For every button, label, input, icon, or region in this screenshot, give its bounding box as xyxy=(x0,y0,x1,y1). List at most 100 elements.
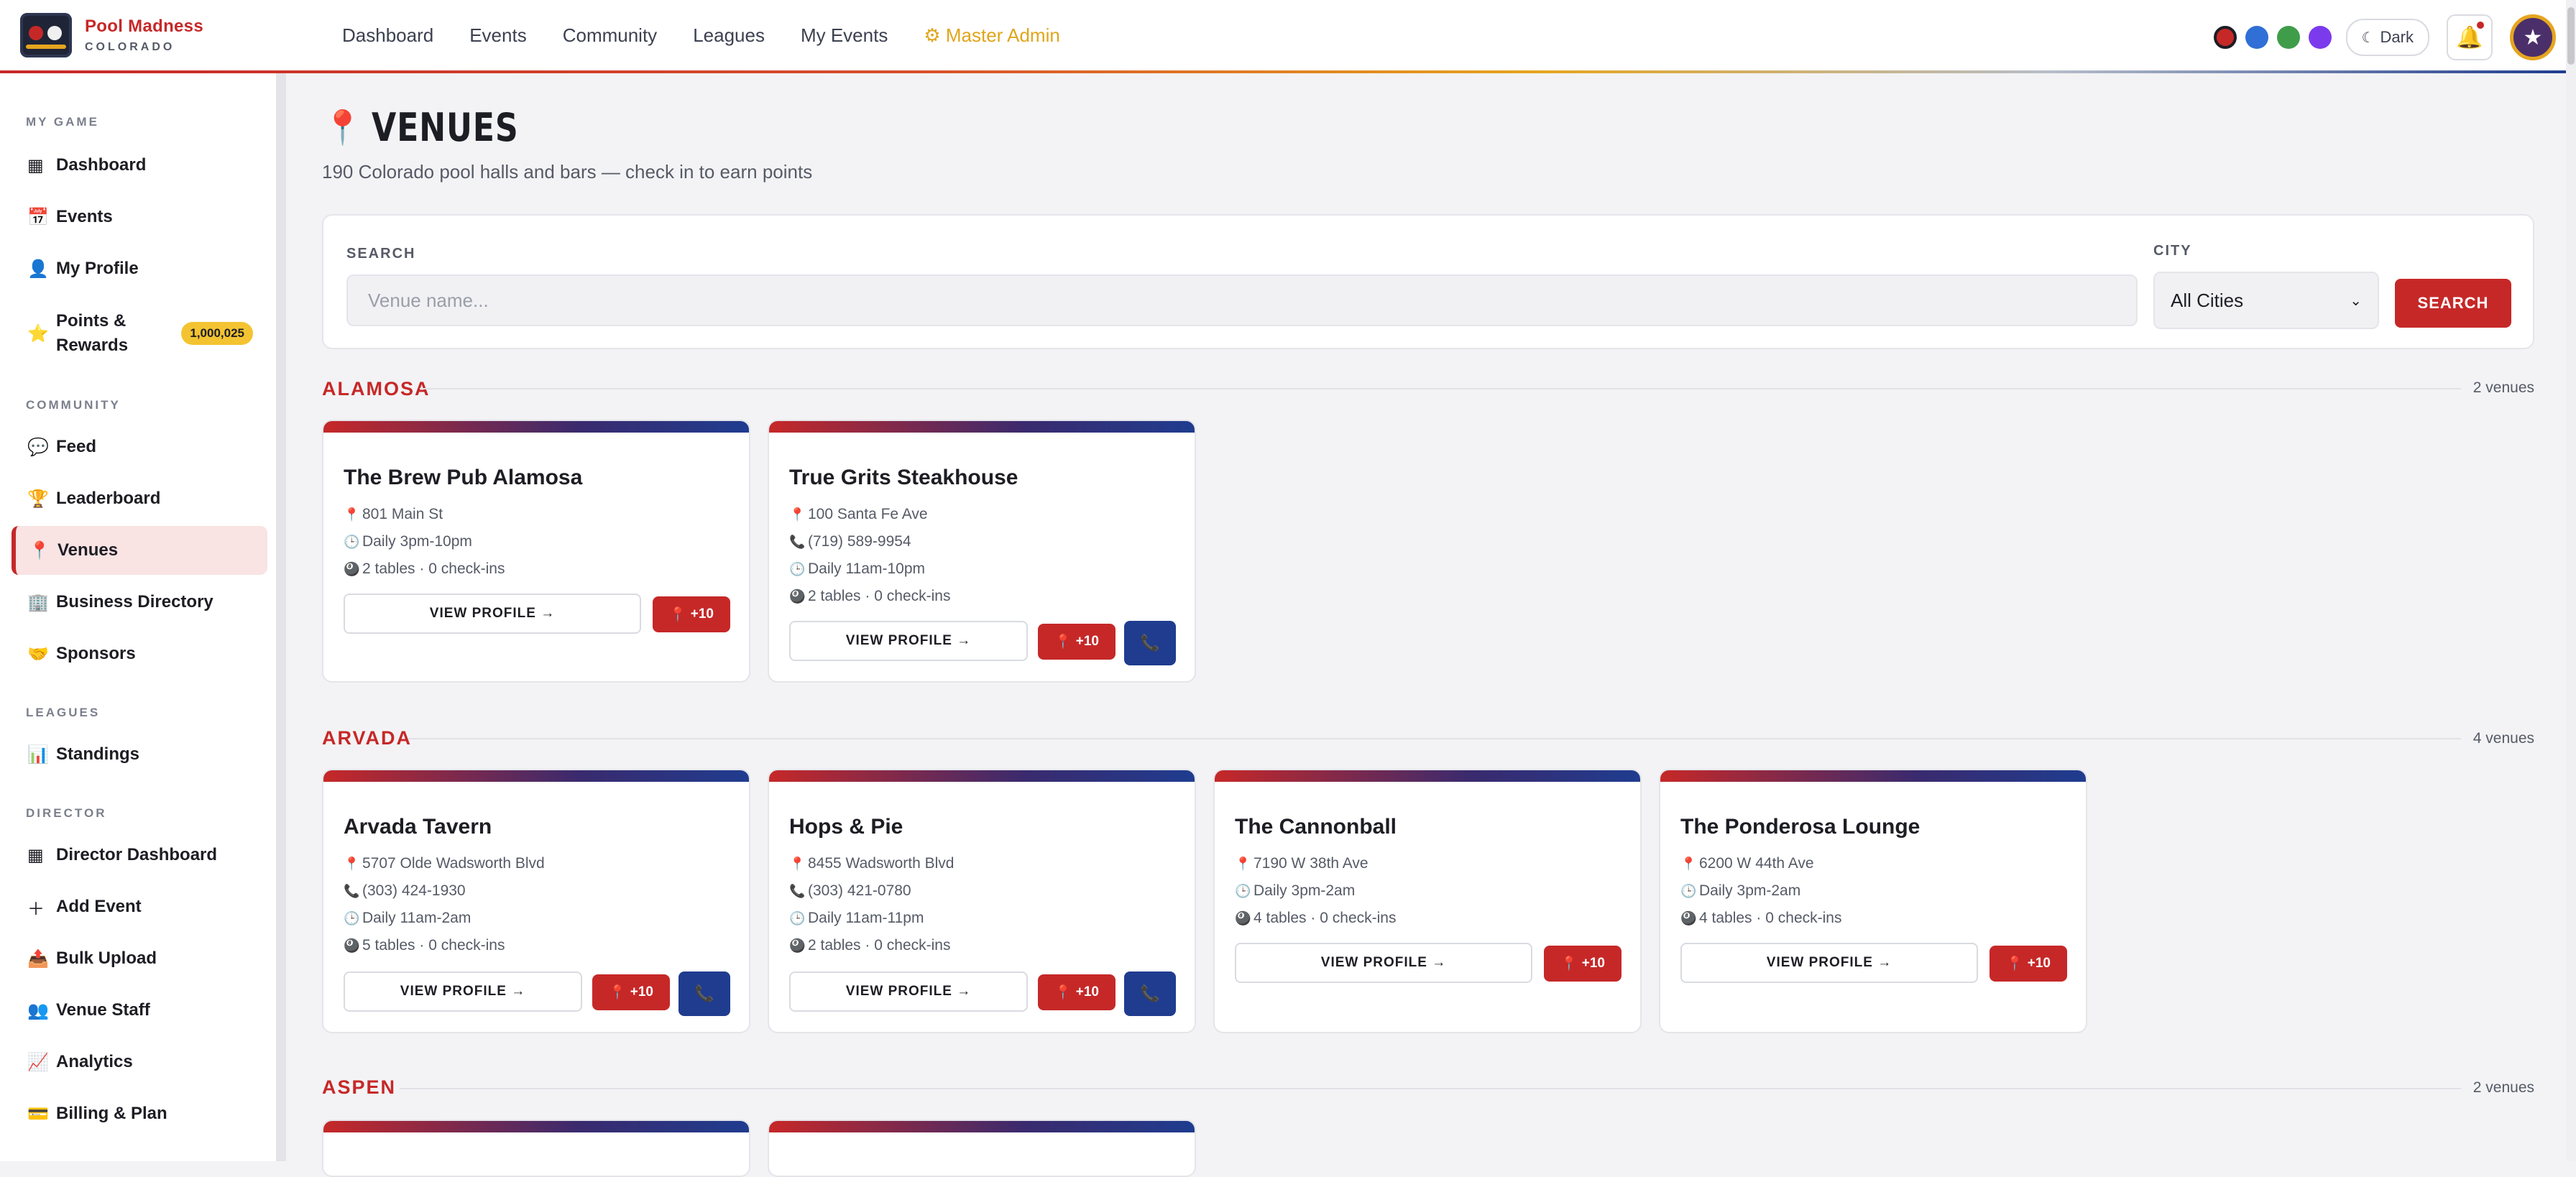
city-heading-alamosa: ALAMOSA xyxy=(322,378,431,400)
venue-stats: 🎱 2 tables · 0 check-ins xyxy=(789,937,951,954)
check-in-button[interactable]: 📍 +10 xyxy=(1990,946,2067,982)
city-venue-count: 2 venues xyxy=(2472,1079,2534,1096)
sidebar-item-add-event[interactable]: ＋ Add Event xyxy=(12,882,267,931)
clock-icon: 🕒 xyxy=(789,911,806,926)
venue-stats: 🎱 4 tables · 0 check-ins xyxy=(1235,910,1397,926)
sidebar-item-leaderboard[interactable]: 🏆 Leaderboard xyxy=(12,474,267,523)
page-scrollbar[interactable] xyxy=(2566,0,2576,1161)
venue-hours: 🕒 Daily 11am-2am xyxy=(344,910,472,926)
search-panel: SEARCH CITY All Cities ⌄ SEARCH xyxy=(322,214,2534,349)
theme-swatch-purple[interactable] xyxy=(2308,26,2332,49)
city-select[interactable]: All Cities ⌄ xyxy=(2153,272,2379,329)
sidebar-item-bulk-upload[interactable]: 📤 Bulk Upload xyxy=(12,934,267,983)
venue-phone: 📞 (719) 589-9954 xyxy=(789,533,911,550)
view-profile-button[interactable]: VIEW PROFILE → xyxy=(1235,943,1532,983)
clock-icon: 🕒 xyxy=(344,535,360,549)
clock-icon: 🕒 xyxy=(1235,884,1251,898)
notifications-button[interactable]: 🔔 xyxy=(2447,14,2493,60)
phone-icon: 📞 xyxy=(1140,984,1160,1002)
nav-community[interactable]: Community xyxy=(563,24,657,47)
city-venue-count: 2 venues xyxy=(2472,379,2534,396)
sidebar-item-billing-plan[interactable]: 💳 Billing & Plan xyxy=(12,1089,267,1138)
view-profile-button[interactable]: VIEW PROFILE → xyxy=(789,971,1028,1012)
sidebar-item-feed[interactable]: 💬 Feed xyxy=(12,423,267,471)
sidebar-item-analytics[interactable]: 📈 Analytics xyxy=(12,1038,267,1086)
page-title: 📍 VENUES xyxy=(322,105,551,150)
theme-swatch-blue[interactable] xyxy=(2245,26,2268,49)
brand[interactable]: Pool Madness COLORADO xyxy=(20,13,203,57)
sidebar: MY GAME ▦ Dashboard 📅 Events 👤 My Profil… xyxy=(0,73,276,1161)
venue-card: Hops & Pie 📍 8455 Wadsworth Blvd 📞 (303) 4… xyxy=(768,769,1196,1033)
sidebar-item-venue-staff[interactable]: 👥 Venue Staff xyxy=(12,986,267,1035)
venue-name[interactable]: The Ponderosa Lounge xyxy=(1680,815,1920,839)
phone-icon: 📞 xyxy=(344,884,360,898)
venue-name[interactable]: True Grits Steakhouse xyxy=(789,466,1018,490)
sidebar-item-sponsors[interactable]: 🤝 Sponsors xyxy=(12,629,267,678)
main-nav: Dashboard Events Community Leagues My Ev… xyxy=(342,24,1096,47)
theme-swatch-red[interactable] xyxy=(2213,26,2237,49)
sidebar-item-dashboard[interactable]: ▦ Dashboard xyxy=(12,141,267,190)
sidebar-item-label: Points & Rewards xyxy=(56,311,129,355)
sidebar-item-label: Dashboard xyxy=(56,155,147,175)
check-in-button[interactable]: 📍 +10 xyxy=(1038,624,1116,660)
nav-events[interactable]: Events xyxy=(469,24,527,47)
check-in-button[interactable]: 📍 +10 xyxy=(1038,974,1116,1010)
venue-name[interactable]: Hops & Pie xyxy=(789,815,903,839)
check-in-button[interactable]: 📍 +10 xyxy=(592,974,670,1010)
city-heading-arvada: ARVADA xyxy=(322,727,413,749)
grid-icon: ▦ xyxy=(27,845,44,865)
check-in-button[interactable]: 📍 +10 xyxy=(1544,946,1622,982)
eight-ball-icon: 🎱 xyxy=(1235,911,1251,926)
call-venue-button[interactable]: 📞 xyxy=(1124,971,1176,1016)
nav-leagues[interactable]: Leagues xyxy=(693,24,765,47)
clock-icon: 🕒 xyxy=(1680,884,1697,898)
venue-card: True Grits Steakhouse 📍 100 Santa Fe Ave … xyxy=(768,420,1196,683)
venue-address: 📍 801 Main St xyxy=(344,506,443,522)
sidebar-item-standings[interactable]: 📊 Standings xyxy=(12,730,267,779)
venue-name[interactable]: The Brew Pub Alamosa xyxy=(344,466,582,490)
sidebar-item-director-dashboard[interactable]: ▦ Director Dashboard xyxy=(12,831,267,880)
header-accent-line xyxy=(0,70,2566,73)
nav-dashboard[interactable]: Dashboard xyxy=(342,24,433,47)
sidebar-item-label: Add Event xyxy=(56,897,142,916)
check-in-button[interactable]: 📍 +10 xyxy=(653,596,730,632)
view-profile-button[interactable]: VIEW PROFILE → xyxy=(344,971,582,1012)
avatar[interactable]: ★ xyxy=(2510,14,2556,60)
eight-ball-icon: 🎱 xyxy=(1680,911,1697,926)
venue-name[interactable]: Arvada Tavern xyxy=(344,815,492,839)
venue-name[interactable]: The Cannonball xyxy=(1235,815,1397,839)
sidebar-item-my-profile[interactable]: 👤 My Profile xyxy=(12,244,267,293)
sidebar-item-business-directory[interactable]: 🏢 Business Directory xyxy=(12,578,267,627)
call-venue-button[interactable]: 📞 xyxy=(678,971,730,1016)
sidebar-item-label: Venue Staff xyxy=(56,1000,150,1020)
sidebar-scrollbar[interactable] xyxy=(276,73,286,1161)
sidebar-section-leagues: LEAGUES xyxy=(26,706,101,719)
venue-hours: 🕒 Daily 11am-11pm xyxy=(789,910,924,926)
pool-madness-logo xyxy=(20,13,72,57)
sidebar-item-venues[interactable]: 📍 Venues xyxy=(12,526,267,575)
trophy-icon: 🏆 xyxy=(27,489,49,509)
eight-ball-icon: 🎱 xyxy=(344,938,360,953)
view-profile-button[interactable]: VIEW PROFILE → xyxy=(1680,943,1978,983)
page-subtitle: 190 Colorado pool halls and bars — check… xyxy=(322,161,813,183)
view-profile-button[interactable]: VIEW PROFILE → xyxy=(344,594,641,634)
pin-icon: 📍 xyxy=(344,507,360,522)
view-profile-button[interactable]: VIEW PROFILE → xyxy=(789,621,1028,661)
theme-swatch-green[interactable] xyxy=(2276,26,2300,49)
sidebar-item-label: Sponsors xyxy=(56,644,136,663)
star-icon: ⭐ xyxy=(27,323,49,343)
sidebar-section-director: DIRECTOR xyxy=(26,806,107,820)
venue-stats: 🎱 5 tables · 0 check-ins xyxy=(344,937,505,954)
nav-my-events[interactable]: My Events xyxy=(801,24,888,47)
search-button[interactable]: SEARCH xyxy=(2395,279,2511,328)
eight-ball-icon: 🎱 xyxy=(789,938,806,953)
search-input[interactable] xyxy=(346,274,2138,326)
nav-master-admin[interactable]: ⚙ Master Admin xyxy=(924,24,1059,47)
sidebar-item-events[interactable]: 📅 Events xyxy=(12,193,267,241)
sidebar-item-label: Analytics xyxy=(56,1052,133,1071)
call-venue-button[interactable]: 📞 xyxy=(1124,621,1176,665)
sidebar-item-label: Leaderboard xyxy=(56,489,161,508)
sidebar-item-points-rewards[interactable]: ⭐ Points & Rewards 1,000,025 xyxy=(12,300,267,366)
dark-mode-toggle[interactable]: ☾ Dark xyxy=(2345,19,2429,56)
moon-icon: ☾ xyxy=(2361,29,2375,46)
